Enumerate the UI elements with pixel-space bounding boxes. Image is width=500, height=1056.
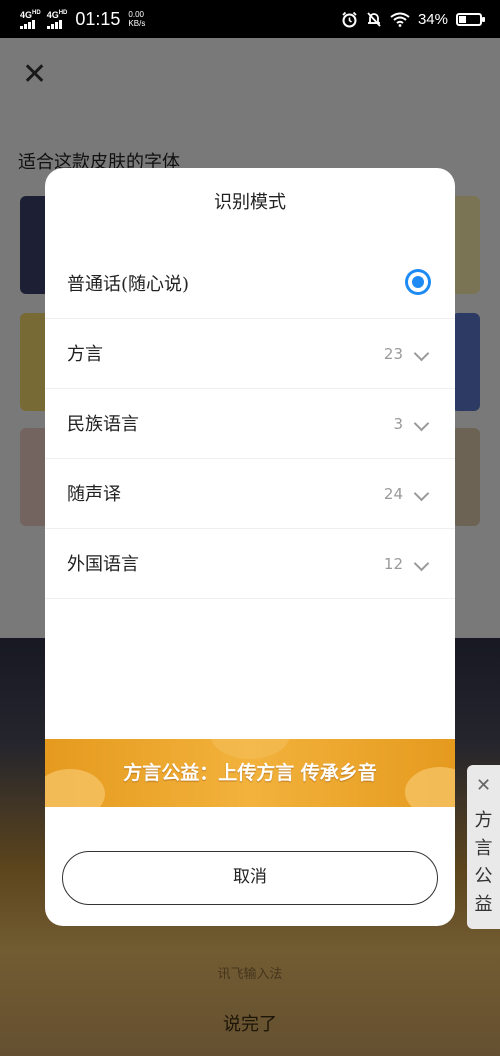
cellular-signal-icon: 4GHD [20, 9, 41, 29]
wifi-icon [390, 12, 410, 27]
side-tab-char: 公 [474, 866, 493, 887]
clock: 01:15 [75, 8, 121, 29]
option-foreign-language[interactable]: 外国语言 12 [45, 530, 455, 599]
battery-percent: 34% [417, 10, 448, 28]
dialog-title: 识别模式 [214, 192, 286, 213]
chevron-down-icon [413, 555, 430, 572]
option-label: 普通话(随心说) [67, 274, 190, 295]
battery-icon [456, 12, 485, 26]
option-dialect[interactable]: 方言 23 [45, 320, 455, 389]
mute-bell-icon [367, 11, 381, 27]
option-count: 3 [393, 415, 403, 433]
option-ethnic-language[interactable]: 民族语言 3 [45, 390, 455, 459]
status-bar: 4GHD 4GHD 01:15 0.00 KB/s 34% [0, 0, 500, 38]
chevron-down-icon [413, 345, 430, 362]
option-label: 随声译 [67, 484, 121, 505]
side-tab-char: 言 [474, 838, 493, 859]
option-label: 外国语言 [67, 554, 139, 575]
recognition-mode-dialog: 识别模式 普通话(随心说) 方言 23 民族语言 3 随声译 24 外国语言 1… [45, 168, 455, 926]
option-count: 12 [383, 555, 403, 573]
close-icon[interactable]: ✕ [467, 775, 500, 796]
banner-text: 方言公益：上传方言 传承乡音 [123, 762, 377, 784]
side-tab-char: 方 [474, 810, 493, 831]
option-count: 23 [383, 345, 403, 363]
alarm-icon [342, 11, 357, 27]
option-count: 24 [383, 485, 403, 503]
network-speed: 0.00 KB/s [128, 10, 146, 28]
chevron-down-icon [413, 415, 430, 432]
cancel-button[interactable]: 取消 [62, 851, 438, 905]
radio-selected-icon[interactable] [405, 269, 431, 295]
option-instant-translate[interactable]: 随声译 24 [45, 460, 455, 529]
dialect-charity-banner[interactable]: 方言公益：上传方言 传承乡音 [45, 739, 455, 807]
option-mandarin[interactable]: 普通话(随心说) [45, 250, 455, 319]
option-label: 民族语言 [67, 414, 139, 435]
cellular-signal-icon-2: 4GHD [46, 9, 67, 29]
chevron-down-icon [413, 485, 430, 502]
option-label: 方言 [67, 344, 103, 365]
side-tab-char: 益 [474, 894, 493, 915]
dialect-charity-side-tab[interactable]: ✕ 方 言 公 益 [467, 765, 500, 929]
